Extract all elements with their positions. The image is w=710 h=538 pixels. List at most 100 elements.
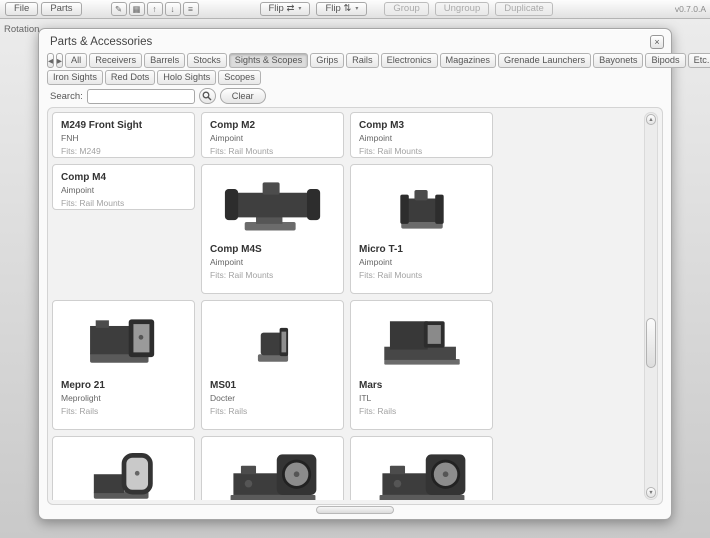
search-icon[interactable] [199,88,216,104]
part-name: MS01 [210,380,335,391]
tab-sights-scopes[interactable]: Sights & Scopes [229,53,308,68]
edit-icon[interactable]: ✎ [111,2,127,16]
flip-vertical-icon: Flip ⇅ [325,3,351,15]
tab-magazines[interactable]: Magazines [440,53,496,68]
part-name: Mepro 21 [61,380,186,391]
tab-bipods[interactable]: Bipods [645,53,685,68]
version-label: v0.7.0.A [675,4,706,14]
part-card[interactable]: Comp M3 Aimpoint Fits: Rail Mounts [350,112,493,158]
toolbar-flip-buttons: Flip ⇄▾Flip ⇅▾ [260,2,368,16]
tab-electronics[interactable]: Electronics [381,53,438,68]
part-fits: Fits: Rails [61,406,186,416]
tab-barrels[interactable]: Barrels [144,53,185,68]
part-fits: Fits: Rails [210,406,335,416]
flip-button[interactable]: Flip ⇄▾ [260,2,311,16]
tab-bayonets[interactable]: Bayonets [593,53,643,68]
part-name: Comp M3 [359,120,484,131]
file-menu[interactable]: File [5,2,38,16]
open-reflex-icon [61,442,186,500]
part-card[interactable]: Comp M4 Aimpoint Fits: Rail Mounts [52,164,195,210]
holo-sight-icon [359,442,484,500]
part-card[interactable]: MS01 Docter Fits: Rails [201,300,344,430]
compact-sight-icon [359,170,484,242]
rotation-label: Rotation [4,24,39,35]
subtab-holo-sights[interactable]: Holo Sights [157,70,216,85]
box-sight-icon [359,306,484,378]
ungroup-button[interactable]: Ungroup [435,2,489,16]
part-card[interactable]: Quick Shot 1x33 Mueller Fits: Rails [52,436,195,500]
duplicate-button[interactable]: Duplicate [495,2,553,16]
part-card[interactable]: Mars ITL Fits: Rails [350,300,493,430]
subtab-scopes[interactable]: Scopes [218,70,261,85]
tab-receivers[interactable]: Receivers [89,53,142,68]
part-fits: Fits: Rails [359,406,484,416]
part-card[interactable]: Micro T-1 Aimpoint Fits: Rail Mounts [350,164,493,294]
align-icon[interactable]: ≡ [183,2,199,16]
group-button[interactable]: Group [384,2,428,16]
subcategory-tabs: Iron SightsRed DotsHolo SightsScopes [47,70,663,85]
part-maker: Aimpoint [210,133,335,143]
subtab-iron-sights[interactable]: Iron Sights [47,70,103,85]
part-fits: Fits: Rail Mounts [61,198,186,208]
part-card[interactable]: 551 EOTech Fits: Rails [201,436,344,500]
part-maker: Docter [210,393,335,403]
reflex-sight-icon [61,306,186,378]
search-row: Search: Clear [50,88,266,104]
part-card[interactable]: Comp M4S Aimpoint Fits: Rail Mounts [201,164,344,294]
tabs-prev-icon[interactable]: ◀ [47,53,54,68]
tube-sight-icon [210,170,335,242]
part-card[interactable]: 552 EOTech Fits: Rails [350,436,493,500]
part-maker: Aimpoint [359,257,484,267]
horizontal-scrollbar[interactable] [316,506,394,514]
part-card[interactable]: Mepro 21 Meprolight Fits: Rails [52,300,195,430]
search-input[interactable] [87,89,195,104]
part-fits: Fits: M249 [61,146,186,156]
part-maker: Aimpoint [359,133,484,143]
mini-reflex-icon [210,306,335,378]
parts-menu[interactable]: Parts [41,2,81,16]
part-name: Comp M2 [210,120,335,131]
holo-sight-icon [210,442,335,500]
part-maker: Aimpoint [61,185,186,195]
part-name: Mars [359,380,484,391]
subtab-red-dots[interactable]: Red Dots [105,70,155,85]
vertical-scrollbar[interactable]: ▲ ▼ [644,112,658,500]
parts-viewport: M249 Front Sight FNH Fits: M249 Comp M2 … [52,112,640,500]
flip-horizontal-icon: Flip ⇄ [269,3,295,15]
scroll-down-icon[interactable]: ▼ [646,487,656,498]
tab-grenade-launchers[interactable]: Grenade Launchers [498,53,591,68]
send-backward-icon[interactable]: ↓ [165,2,181,16]
swatch-icon[interactable]: ▦ [129,2,145,16]
part-fits: Fits: Rail Mounts [210,270,335,280]
dropdown-caret-icon: ▾ [355,3,358,15]
part-maker: Aimpoint [210,257,335,267]
part-card[interactable]: Comp M2 Aimpoint Fits: Rail Mounts [201,112,344,158]
part-card[interactable]: M249 Front Sight FNH Fits: M249 [52,112,195,158]
scroll-up-icon[interactable]: ▲ [646,114,656,125]
part-maker: ITL [359,393,484,403]
clear-search-button[interactable]: Clear [220,88,266,104]
scrollbar-thumb[interactable] [646,318,656,368]
parts-panel: M249 Front Sight FNH Fits: M249 Comp M2 … [47,107,663,505]
close-icon[interactable]: × [650,35,664,49]
tabs-row2: Iron SightsRed DotsHolo SightsScopes [47,70,261,85]
tab-all[interactable]: All [65,53,87,68]
category-tabs: ◀ ▶ AllReceiversBarrelsStocksSights & Sc… [47,53,663,68]
parts-grid: M249 Front Sight FNH Fits: M249 Comp M2 … [52,112,640,500]
flip-button[interactable]: Flip ⇅ ▾ [316,2,367,16]
tab-rails[interactable]: Rails [346,53,378,68]
dialog-title: Parts & Accessories [50,36,152,48]
bring-forward-icon[interactable]: ↑ [147,2,163,16]
tabs-row1: AllReceiversBarrelsStocksSights & Scopes… [65,53,710,68]
part-name: Comp M4S [210,244,335,255]
tabs-next-icon[interactable]: ▶ [56,53,63,68]
toolbar-action-buttons: Group Ungroup Duplicate [384,2,552,16]
part-fits: Fits: Rail Mounts [359,146,484,156]
tab-grips[interactable]: Grips [310,53,344,68]
dropdown-caret-icon: ▾ [298,3,301,15]
toolbar-icon-buttons: ✎▦↑↓≡ [111,2,199,16]
tab-etc[interactable]: Etc. [688,53,710,68]
tab-stocks[interactable]: Stocks [187,53,227,68]
parts-dialog: Parts & Accessories × ◀ ▶ AllReceiversBa… [38,28,672,520]
part-name: Micro T-1 [359,244,484,255]
